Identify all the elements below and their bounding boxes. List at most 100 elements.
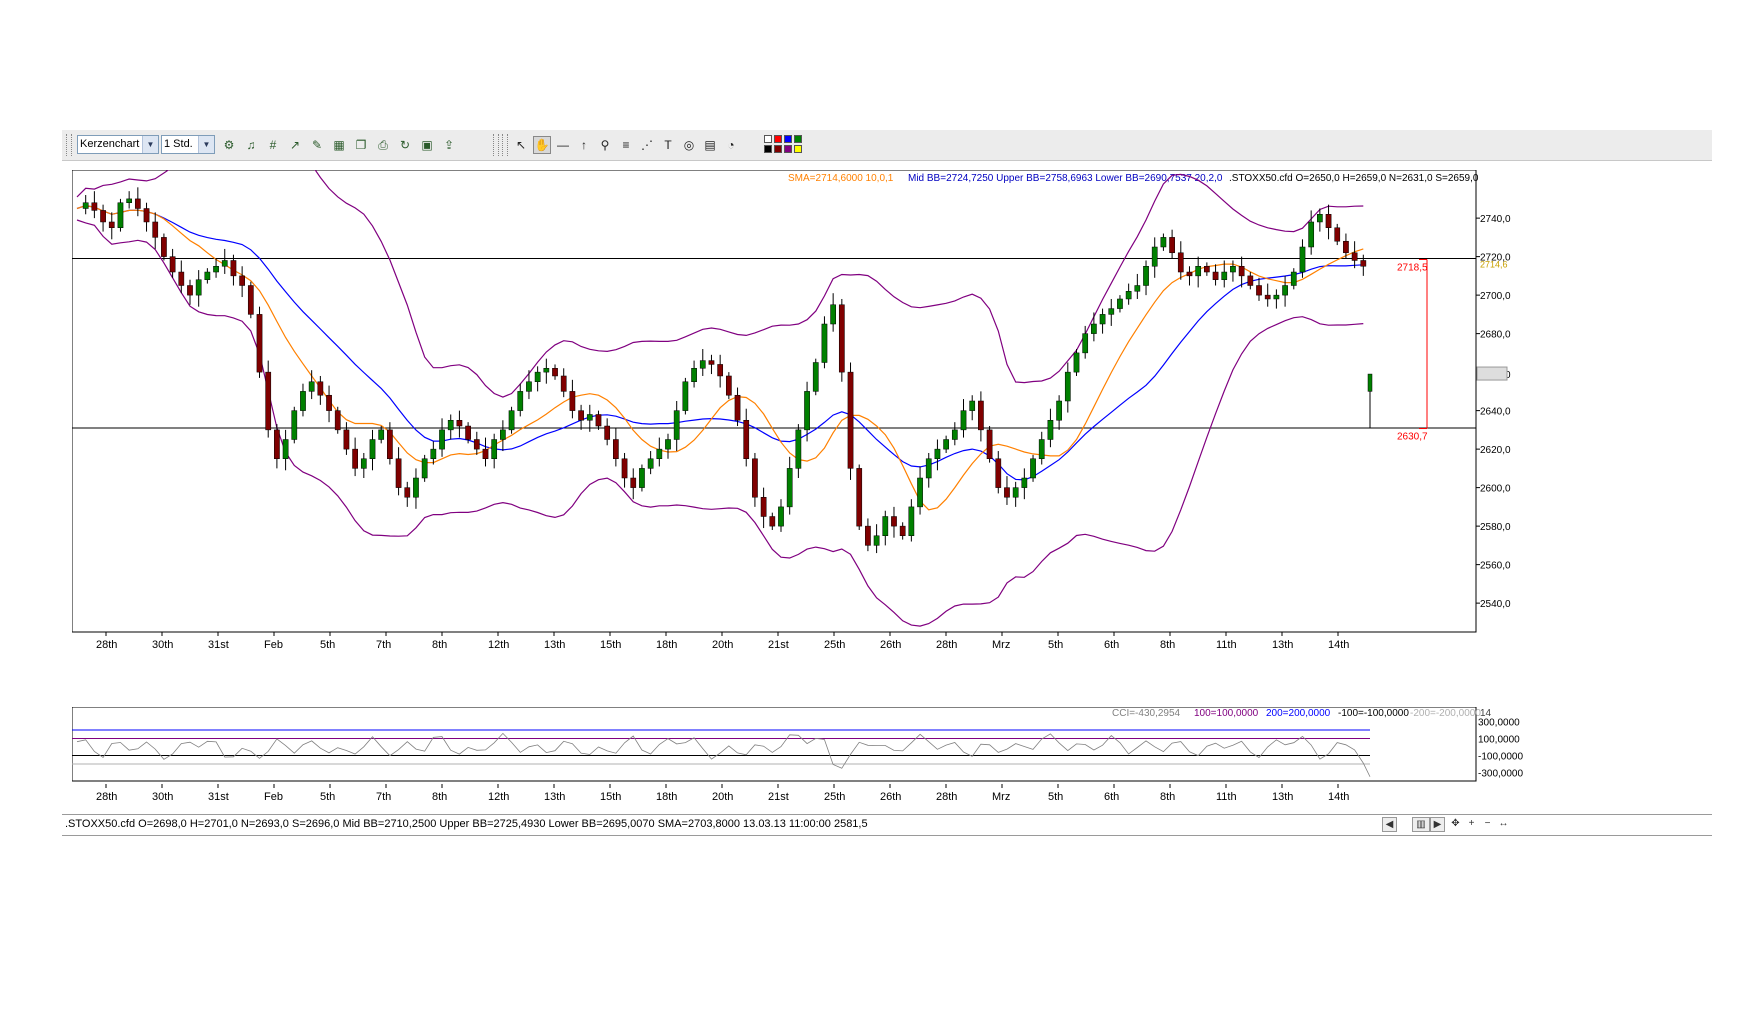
- candle-down: [1238, 266, 1245, 277]
- candle-down: [473, 439, 480, 450]
- candle-down: [317, 381, 324, 396]
- candle-up: [308, 381, 315, 392]
- color-swatch[interactable]: [794, 135, 802, 143]
- candle-down: [456, 420, 463, 427]
- toolbar-grip[interactable]: [502, 134, 508, 156]
- calculator-icon[interactable]: ▤: [701, 136, 719, 154]
- color-swatch[interactable]: [784, 145, 792, 153]
- copy-icon[interactable]: ❐: [352, 136, 370, 154]
- export-icon[interactable]: ⇪: [440, 136, 458, 154]
- zoom-in-icon[interactable]: +: [1464, 817, 1479, 832]
- cci-chart[interactable]: CCI=-430,2954 100=100,0000 200=200,0000 -10…: [72, 707, 1664, 802]
- arrow-up-icon[interactable]: ↑: [575, 136, 593, 154]
- scroll-right-icon[interactable]: ▶: [1430, 817, 1445, 832]
- text-icon[interactable]: T: [659, 136, 677, 154]
- interval-select[interactable]: 1 Std. ▼: [161, 135, 215, 154]
- candle-down: [752, 458, 758, 498]
- date-label: 12th: [488, 791, 509, 802]
- color-swatch[interactable]: [764, 135, 772, 143]
- interval-value: 1 Std.: [164, 138, 193, 150]
- date-label: 31st: [208, 639, 229, 651]
- hand-icon[interactable]: ✋: [533, 136, 551, 154]
- candle-up: [534, 371, 541, 382]
- fit-icon[interactable]: ↔: [1496, 817, 1511, 832]
- candle-up: [439, 429, 445, 450]
- price-label: 2740,0: [1480, 214, 1511, 225]
- date-label: 7th: [376, 791, 391, 802]
- screenshot-icon[interactable]: ▣: [418, 136, 436, 154]
- candle-down: [978, 400, 984, 431]
- toolbar-grip[interactable]: [66, 134, 72, 156]
- trend-icon[interactable]: ↗: [286, 136, 304, 154]
- chevron-down-icon[interactable]: ▼: [198, 136, 214, 153]
- color-swatch[interactable]: [764, 145, 772, 153]
- candle-up: [682, 381, 689, 411]
- chart-settings-icon[interactable]: ⚙: [220, 136, 238, 154]
- candle-up: [656, 448, 663, 459]
- date-axis: 28th 30th 31st Feb 5th 7th 8th 12th 13th 15th 18th…: [96, 632, 1349, 651]
- candle-up: [1099, 314, 1106, 325]
- price-label: 2680,0: [1480, 330, 1511, 341]
- candle-up: [699, 360, 706, 369]
- sma-legend: SMA=2714,6000 10,0,1: [788, 173, 894, 184]
- candle-down: [1264, 294, 1271, 300]
- candle-up: [369, 439, 376, 459]
- candle-up: [291, 410, 298, 440]
- indicator-icon[interactable]: ♫: [242, 136, 260, 154]
- candle-down: [865, 525, 871, 546]
- price-percent-label: 2714,6: [1480, 259, 1508, 269]
- pie-icon[interactable]: ◔: [722, 136, 740, 154]
- candle-up: [213, 266, 219, 273]
- candle-down: [717, 364, 724, 377]
- toolbar: Kerzenchart ▼ 1 Std. ▼ ⚙ ♫ # ↗ ✎ ▦ ❐ ⎙ ↻ ▣ ⇪ ↖ ✋ — ↑ ⚲…: [62, 130, 1712, 161]
- candle-down: [239, 275, 245, 286]
- candle-down: [343, 429, 350, 450]
- candle-down: [1343, 240, 1349, 254]
- candle-up: [300, 391, 306, 411]
- candle-down: [230, 260, 237, 277]
- candle-up: [1125, 291, 1132, 300]
- hline-icon[interactable]: —: [554, 136, 572, 154]
- price-chart[interactable]: SMA=2714,6000 10,0,1 Mid BB=2724,7250 Up…: [72, 170, 1664, 690]
- template-icon[interactable]: ▦: [330, 136, 348, 154]
- candle-up: [82, 202, 89, 209]
- date-label: 21st: [768, 639, 789, 651]
- cycle-icon[interactable]: ◎: [680, 136, 698, 154]
- date-label: 26th: [880, 639, 901, 651]
- edit-icon[interactable]: ✎: [308, 136, 326, 154]
- color-swatch[interactable]: [774, 135, 782, 143]
- candle-up: [421, 458, 428, 479]
- color-swatch[interactable]: [774, 145, 782, 153]
- candle-down: [1204, 266, 1210, 273]
- candle-down: [1351, 252, 1358, 261]
- candle-down: [1247, 275, 1254, 286]
- candle-up: [517, 391, 524, 411]
- print-icon[interactable]: ⎙: [374, 136, 392, 154]
- date-label: 14th: [1328, 791, 1349, 802]
- candle-down: [734, 394, 741, 421]
- scroll-thumb[interactable]: ▥: [1412, 817, 1430, 832]
- date-label: 5th: [1048, 639, 1063, 651]
- cursor-icon[interactable]: ↖: [512, 136, 530, 154]
- date-label: 8th: [432, 639, 447, 651]
- zoom-out-icon[interactable]: −: [1480, 817, 1495, 832]
- fan-icon[interactable]: ⋰: [638, 136, 656, 154]
- candle-up: [126, 198, 133, 203]
- chart-type-select[interactable]: Kerzenchart ▼: [77, 135, 159, 154]
- candle-up: [508, 410, 515, 431]
- candle-up: [378, 429, 385, 440]
- date-label: 7th: [376, 639, 391, 651]
- move-icon[interactable]: ✥: [1448, 817, 1463, 832]
- color-swatch[interactable]: [794, 145, 802, 153]
- date-label: 25th: [824, 639, 845, 651]
- candle-up: [969, 400, 976, 411]
- refresh-icon[interactable]: ↻: [396, 136, 414, 154]
- grid-icon[interactable]: #: [264, 136, 282, 154]
- fibonacci-icon[interactable]: ≡: [617, 136, 635, 154]
- scroll-left-icon[interactable]: ◀: [1382, 817, 1397, 832]
- toolbar-grip[interactable]: [493, 134, 499, 156]
- zoom-icon[interactable]: ⚲: [596, 136, 614, 154]
- color-swatch[interactable]: [784, 135, 792, 143]
- chevron-down-icon[interactable]: ▼: [142, 136, 158, 153]
- date-label: 6th: [1104, 639, 1119, 651]
